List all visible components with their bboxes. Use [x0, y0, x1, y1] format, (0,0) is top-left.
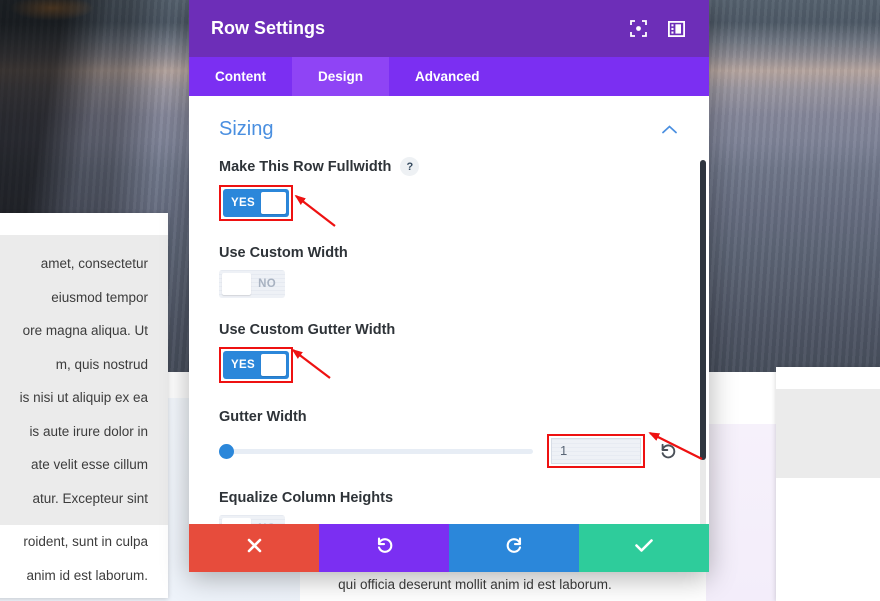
redo-button[interactable]: [449, 524, 579, 572]
modal-footer-actions: [189, 524, 709, 572]
save-button[interactable]: [579, 524, 709, 572]
field-use-custom-width: Use Custom Width NO: [219, 245, 679, 298]
background-card-left-outer: roident, sunt in culpa anim id est labor…: [0, 525, 168, 592]
background-card-right: Lorem adipi incididun enim exercitat com…: [776, 367, 880, 601]
reset-arrow-icon[interactable]: [657, 440, 679, 462]
card-text-line: Lorem: [796, 401, 880, 435]
modal-header: Row Settings: [189, 0, 709, 57]
gutter-width-slider[interactable]: [219, 440, 533, 462]
card-text-line: amet, consectetur: [40, 256, 148, 271]
field-label: Use Custom Gutter Width: [219, 322, 396, 338]
field-label: Gutter Width: [219, 409, 307, 425]
undo-button[interactable]: [319, 524, 449, 572]
toggle-make-row-fullwidth[interactable]: YES: [223, 189, 289, 217]
background-card-left: amet, consectetur eiusmod tempor ore mag…: [0, 213, 168, 598]
card-text-line: ate velit esse cillum: [30, 457, 148, 472]
gutter-width-slider-row: 1: [219, 434, 679, 468]
card-text-line: roident, sunt in culpa: [23, 534, 148, 549]
field-label: Use Custom Width: [219, 245, 348, 261]
checkmark-icon: [634, 537, 654, 559]
card-text-line: eiusmod tempor: [51, 289, 148, 305]
background-card-right-inner: Lorem adipi: [776, 389, 880, 478]
gutter-width-input[interactable]: 1: [551, 438, 641, 464]
help-icon[interactable]: ?: [400, 157, 420, 176]
field-make-row-fullwidth: Make This Row Fullwidth ? YES: [219, 157, 679, 221]
undo-arrow-icon: [375, 536, 394, 560]
row-settings-modal: Row Settings Content Design Advanced Siz…: [189, 0, 709, 572]
center-text-line: qui officia deserunt mollit anim id est …: [338, 576, 612, 592]
modal-tab-bar: Content Design Advanced: [189, 57, 709, 96]
tab-content[interactable]: Content: [189, 57, 292, 96]
card-text-line: is aute irure dolor in: [29, 423, 148, 439]
field-label-row: Use Custom Width: [219, 245, 679, 261]
field-label: Make This Row Fullwidth: [219, 158, 392, 175]
tab-design[interactable]: Design: [292, 57, 390, 96]
toggle-knob: [222, 518, 252, 524]
card-text-line: anim id est laborum.: [26, 567, 148, 583]
focus-target-icon[interactable]: [623, 14, 653, 44]
toggle-knob: [222, 273, 252, 295]
annotation-highlight-box: YES: [219, 185, 293, 221]
panel-layout-icon[interactable]: [661, 14, 691, 44]
toggle-equalize-column-heights[interactable]: NO: [219, 515, 285, 524]
field-gutter-width: Gutter Width 1: [219, 409, 679, 468]
card-text-line: incididun: [796, 478, 880, 512]
field-label: Equalize Column Heights: [219, 490, 394, 506]
card-text-line: ore magna aliqua. Ut: [22, 323, 148, 338]
tab-advanced[interactable]: Advanced: [389, 57, 506, 96]
toggle-knob: [260, 354, 286, 376]
close-x-icon: [246, 537, 263, 559]
card-text-line: adipi: [796, 435, 880, 469]
annotation-highlight-box: YES: [219, 347, 293, 383]
section-title: Sizing: [219, 118, 274, 140]
cancel-button[interactable]: [189, 524, 319, 572]
toggle-use-custom-width[interactable]: NO: [219, 270, 285, 298]
card-text-line: atur. Excepteur sint: [32, 490, 148, 506]
slider-track: [219, 449, 533, 454]
field-label-row: Make This Row Fullwidth ?: [219, 157, 679, 176]
annotation-highlight-box: 1: [547, 434, 645, 468]
card-text-line: exercitat: [796, 545, 880, 579]
field-label-row: Equalize Column Heights: [219, 490, 679, 506]
card-text-line: enim: [796, 512, 880, 546]
chevron-up-icon[interactable]: [659, 120, 679, 140]
card-text-line: m, quis nostrud: [55, 356, 148, 372]
card-text-line: is nisi ut aliquip ex ea: [19, 390, 148, 405]
card-text-line: commod: [796, 579, 880, 601]
field-label-row: Use Custom Gutter Width: [219, 322, 679, 338]
background-card-left-inner: amet, consectetur eiusmod tempor ore mag…: [0, 235, 168, 525]
field-label-row: Gutter Width: [219, 409, 679, 425]
toggle-value-label: NO: [258, 278, 276, 290]
background-card-right-outer: incididun enim exercitat commod repreh: [776, 478, 880, 601]
toggle-value-label: NO: [251, 523, 282, 524]
modal-title: Row Settings: [211, 18, 326, 38]
field-equalize-column-heights: Equalize Column Heights NO: [219, 490, 679, 524]
toggle-use-custom-gutter-width[interactable]: YES: [223, 351, 289, 379]
toggle-knob: [260, 192, 286, 214]
redo-arrow-icon: [505, 536, 524, 560]
field-use-custom-gutter-width: Use Custom Gutter Width YES: [219, 322, 679, 383]
modal-scrollbar-thumb[interactable]: [700, 160, 706, 460]
modal-body: Sizing Make This Row Fullwidth ? YES Use…: [189, 96, 709, 524]
slider-handle[interactable]: [219, 444, 234, 459]
section-header-sizing[interactable]: Sizing: [219, 96, 679, 157]
